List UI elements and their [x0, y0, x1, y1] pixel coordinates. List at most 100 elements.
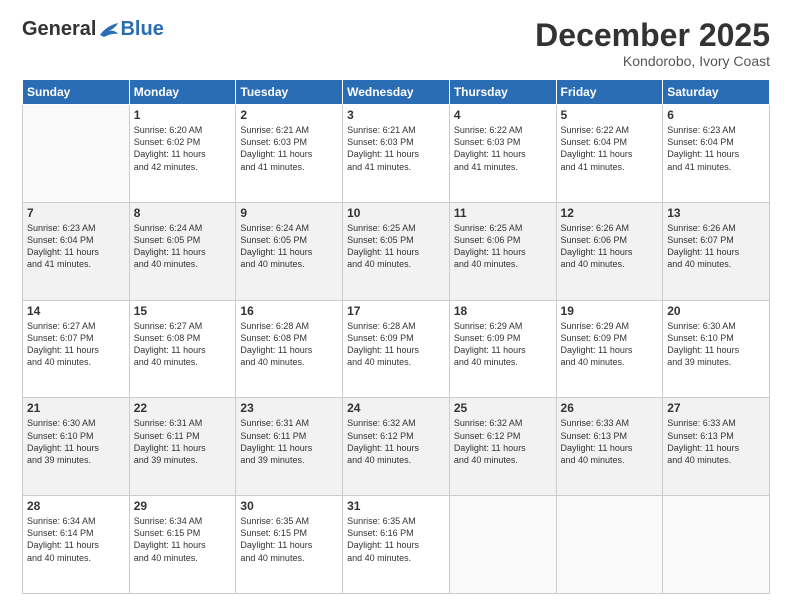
table-row: 1Sunrise: 6:20 AM Sunset: 6:02 PM Daylig…: [129, 105, 236, 203]
day-info: Sunrise: 6:29 AM Sunset: 6:09 PM Dayligh…: [454, 320, 552, 369]
table-row: 22Sunrise: 6:31 AM Sunset: 6:11 PM Dayli…: [129, 398, 236, 496]
table-row: [23, 105, 130, 203]
day-number: 13: [667, 206, 765, 220]
day-number: 5: [561, 108, 659, 122]
page: General Blue December 2025 Kondorobo, Iv…: [0, 0, 792, 612]
day-number: 4: [454, 108, 552, 122]
day-number: 28: [27, 499, 125, 513]
day-number: 7: [27, 206, 125, 220]
day-number: 25: [454, 401, 552, 415]
day-number: 30: [240, 499, 338, 513]
day-number: 27: [667, 401, 765, 415]
table-row: 16 Sunrise: 6:28 AM Sunset: 6:08 PM Dayli…: [236, 300, 343, 398]
day-info: Sunrise: 6:27 AM Sunset: 6:08 PM Dayligh…: [134, 320, 232, 369]
calendar-week-row: 14 Sunrise: 6:27 AM Sunset: 6:07 PM Dayli…: [23, 300, 770, 398]
table-row: 13 Sunrise: 6:26 AM Sunset: 6:07 PM Dayli…: [663, 202, 770, 300]
day-info: Sunrise: 6:30 AM Sunset: 6:10 PM Dayligh…: [27, 417, 125, 466]
day-info: Sunrise: 6:31 AM Sunset: 6:11 PM Dayligh…: [134, 417, 232, 466]
table-row: 28Sunrise: 6:34 AM Sunset: 6:14 PM Dayli…: [23, 496, 130, 594]
table-row: 20 Sunrise: 6:30 AM Sunset: 6:10 PM Dayli…: [663, 300, 770, 398]
location-subtitle: Kondorobo, Ivory Coast: [535, 53, 770, 69]
table-row: 11 Sunrise: 6:25 AM Sunset: 6:06 PM Dayli…: [449, 202, 556, 300]
header-sunday: Sunday: [23, 80, 130, 105]
header-tuesday: Tuesday: [236, 80, 343, 105]
day-info: Sunrise: 6:23 AM Sunset: 6:04 PM Dayligh…: [667, 124, 765, 173]
day-info: Sunrise: 6:28 AM Sunset: 6:08 PM Dayligh…: [240, 320, 338, 369]
day-info: Sunrise: 6:26 AM Sunset: 6:07 PM Dayligh…: [667, 222, 765, 271]
calendar-table: Sunday Monday Tuesday Wednesday Thursday…: [22, 79, 770, 594]
table-row: 15 Sunrise: 6:27 AM Sunset: 6:08 PM Dayli…: [129, 300, 236, 398]
day-info: Sunrise: 6:30 AM Sunset: 6:10 PM Dayligh…: [667, 320, 765, 369]
day-number: 15: [134, 304, 232, 318]
day-number: 24: [347, 401, 445, 415]
day-number: 6: [667, 108, 765, 122]
day-info: Sunrise: 6:22 AM Sunset: 6:03 PM Dayligh…: [454, 124, 552, 173]
day-info: Sunrise: 6:32 AM Sunset: 6:12 PM Dayligh…: [454, 417, 552, 466]
table-row: 31 Sunrise: 6:35 AM Sunset: 6:16 PM Dayli…: [343, 496, 450, 594]
table-row: 29 Sunrise: 6:34 AM Sunset: 6:15 PM Dayli…: [129, 496, 236, 594]
day-info: Sunrise: 6:28 AM Sunset: 6:09 PM Dayligh…: [347, 320, 445, 369]
table-row: 26 Sunrise: 6:33 AM Sunset: 6:13 PM Dayli…: [556, 398, 663, 496]
day-info: Sunrise: 6:27 AM Sunset: 6:07 PM Dayligh…: [27, 320, 125, 369]
day-number: 19: [561, 304, 659, 318]
table-row: 23 Sunrise: 6:31 AM Sunset: 6:11 PM Dayli…: [236, 398, 343, 496]
day-number: 11: [454, 206, 552, 220]
calendar-header-row: Sunday Monday Tuesday Wednesday Thursday…: [23, 80, 770, 105]
day-number: 2: [240, 108, 338, 122]
day-info: Sunrise: 6:21 AM Sunset: 6:03 PM Dayligh…: [240, 124, 338, 173]
title-block: December 2025 Kondorobo, Ivory Coast: [535, 18, 770, 69]
table-row: 30Sunrise: 6:35 AM Sunset: 6:15 PM Dayli…: [236, 496, 343, 594]
day-number: 23: [240, 401, 338, 415]
day-number: 8: [134, 206, 232, 220]
day-info: Sunrise: 6:34 AM Sunset: 6:15 PM Dayligh…: [134, 515, 232, 564]
header-friday: Friday: [556, 80, 663, 105]
table-row: 10Sunrise: 6:25 AM Sunset: 6:05 PM Dayli…: [343, 202, 450, 300]
table-row: [663, 496, 770, 594]
calendar-week-row: 1Sunrise: 6:20 AM Sunset: 6:02 PM Daylig…: [23, 105, 770, 203]
day-info: Sunrise: 6:33 AM Sunset: 6:13 PM Dayligh…: [561, 417, 659, 466]
table-row: 27Sunrise: 6:33 AM Sunset: 6:13 PM Dayli…: [663, 398, 770, 496]
table-row: 21Sunrise: 6:30 AM Sunset: 6:10 PM Dayli…: [23, 398, 130, 496]
day-number: 16: [240, 304, 338, 318]
day-number: 17: [347, 304, 445, 318]
header-monday: Monday: [129, 80, 236, 105]
day-info: Sunrise: 6:24 AM Sunset: 6:05 PM Dayligh…: [134, 222, 232, 271]
table-row: 8 Sunrise: 6:24 AM Sunset: 6:05 PM Daylig…: [129, 202, 236, 300]
table-row: 17 Sunrise: 6:28 AM Sunset: 6:09 PM Dayli…: [343, 300, 450, 398]
header-thursday: Thursday: [449, 80, 556, 105]
day-number: 29: [134, 499, 232, 513]
day-number: 31: [347, 499, 445, 513]
day-number: 10: [347, 206, 445, 220]
table-row: [556, 496, 663, 594]
day-number: 3: [347, 108, 445, 122]
month-title: December 2025: [535, 18, 770, 53]
calendar-week-row: 28Sunrise: 6:34 AM Sunset: 6:14 PM Dayli…: [23, 496, 770, 594]
table-row: 4 Sunrise: 6:22 AM Sunset: 6:03 PM Daylig…: [449, 105, 556, 203]
calendar-week-row: 21Sunrise: 6:30 AM Sunset: 6:10 PM Dayli…: [23, 398, 770, 496]
day-number: 20: [667, 304, 765, 318]
table-row: [449, 496, 556, 594]
day-info: Sunrise: 6:31 AM Sunset: 6:11 PM Dayligh…: [240, 417, 338, 466]
table-row: 24 Sunrise: 6:32 AM Sunset: 6:12 PM Dayli…: [343, 398, 450, 496]
header-wednesday: Wednesday: [343, 80, 450, 105]
logo: General Blue: [22, 18, 164, 41]
table-row: 9Sunrise: 6:24 AM Sunset: 6:05 PM Daylig…: [236, 202, 343, 300]
table-row: 2 Sunrise: 6:21 AM Sunset: 6:03 PM Daylig…: [236, 105, 343, 203]
table-row: 6 Sunrise: 6:23 AM Sunset: 6:04 PM Daylig…: [663, 105, 770, 203]
day-info: Sunrise: 6:23 AM Sunset: 6:04 PM Dayligh…: [27, 222, 125, 271]
day-info: Sunrise: 6:20 AM Sunset: 6:02 PM Dayligh…: [134, 124, 232, 173]
day-number: 9: [240, 206, 338, 220]
day-number: 18: [454, 304, 552, 318]
day-number: 14: [27, 304, 125, 318]
day-info: Sunrise: 6:35 AM Sunset: 6:16 PM Dayligh…: [347, 515, 445, 564]
table-row: 25 Sunrise: 6:32 AM Sunset: 6:12 PM Dayli…: [449, 398, 556, 496]
table-row: 3Sunrise: 6:21 AM Sunset: 6:03 PM Daylig…: [343, 105, 450, 203]
day-info: Sunrise: 6:32 AM Sunset: 6:12 PM Dayligh…: [347, 417, 445, 466]
day-info: Sunrise: 6:25 AM Sunset: 6:06 PM Dayligh…: [454, 222, 552, 271]
day-info: Sunrise: 6:29 AM Sunset: 6:09 PM Dayligh…: [561, 320, 659, 369]
logo-bird-icon: [98, 21, 120, 39]
day-number: 26: [561, 401, 659, 415]
logo-blue-text: Blue: [120, 18, 163, 41]
header: General Blue December 2025 Kondorobo, Iv…: [22, 18, 770, 69]
day-number: 12: [561, 206, 659, 220]
